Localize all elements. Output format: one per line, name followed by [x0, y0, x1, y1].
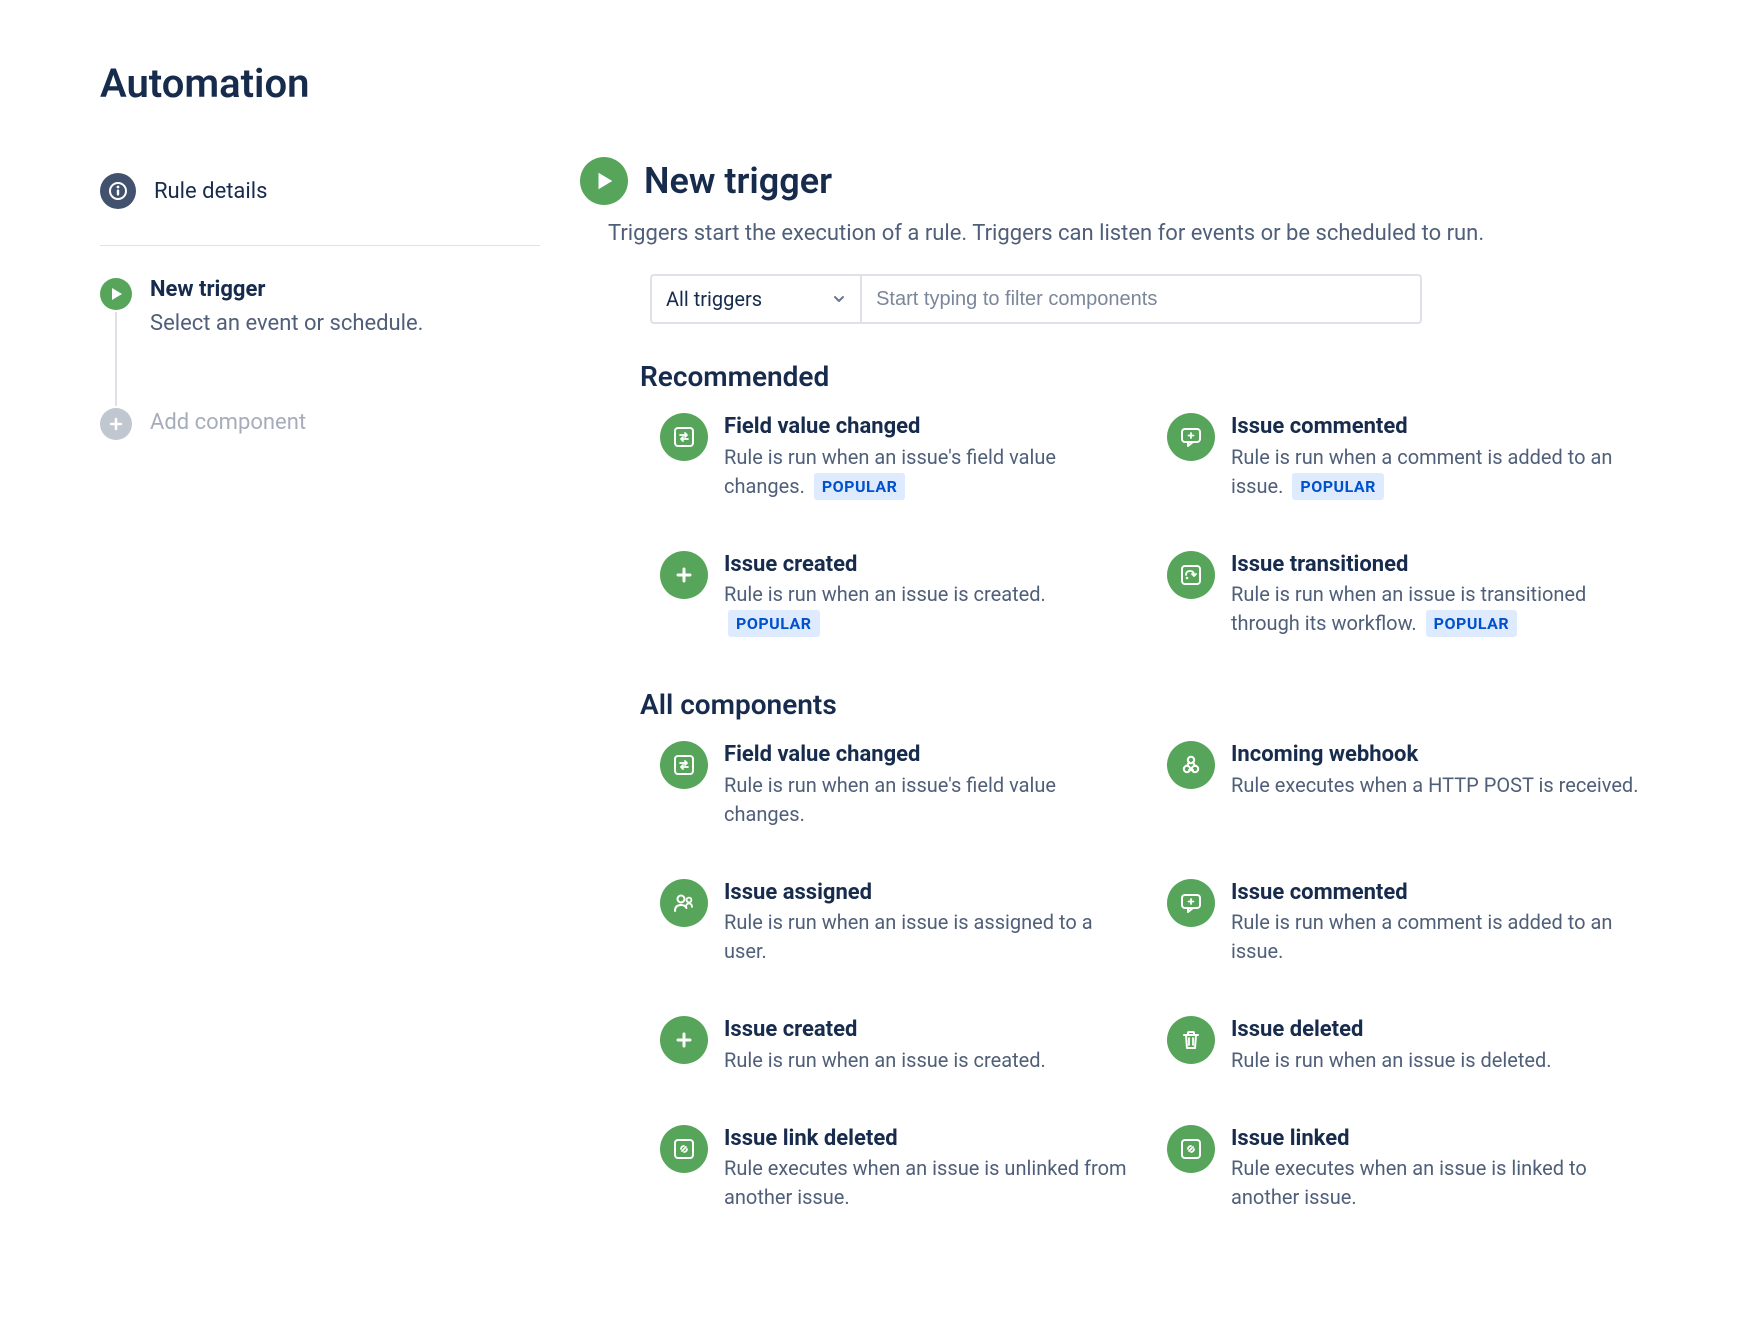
trigger-card-title: Issue assigned — [724, 879, 1137, 907]
trigger-grid: Field value changedRule is run when an i… — [660, 413, 1644, 638]
comment-icon — [1167, 879, 1215, 927]
trigger-card-issue-commented[interactable]: Issue commentedRule is run when a commen… — [1167, 879, 1644, 967]
trigger-card-desc: Rule is run when an issue is created. — [724, 1046, 1137, 1075]
trigger-card-field-value-changed[interactable]: Field value changedRule is run when an i… — [660, 413, 1137, 501]
divider — [100, 245, 540, 246]
step-title: New trigger — [150, 276, 423, 305]
trigger-card-title: Incoming webhook — [1231, 741, 1644, 769]
trigger-card-desc: Rule is run when an issue is created. PO… — [724, 580, 1137, 638]
trigger-card-issue-linked[interactable]: Issue linkedRule executes when an issue … — [1167, 1125, 1644, 1213]
trigger-card-desc: Rule is run when an issue is deleted. — [1231, 1046, 1644, 1075]
trigger-card-desc: Rule executes when an issue is unlinked … — [724, 1154, 1137, 1212]
trigger-category-dropdown[interactable]: All triggers — [650, 274, 862, 324]
component-filter-input[interactable] — [862, 274, 1422, 324]
trigger-card-issue-link-deleted[interactable]: Issue link deletedRule executes when an … — [660, 1125, 1137, 1213]
trash-icon — [1167, 1016, 1215, 1064]
swap-icon — [660, 413, 708, 461]
rule-details-label: Rule details — [154, 179, 267, 204]
plus-icon — [660, 551, 708, 599]
trigger-card-issue-created[interactable]: Issue createdRule is run when an issue i… — [660, 1016, 1137, 1075]
trigger-card-desc: Rule is run when an issue's field value … — [724, 771, 1137, 829]
trigger-card-issue-assigned[interactable]: Issue assignedRule is run when an issue … — [660, 879, 1137, 967]
step-new-trigger[interactable]: New trigger Select an event or schedule. — [100, 276, 540, 336]
page-title: Automation — [100, 60, 1644, 107]
trigger-card-desc: Rule executes when an issue is linked to… — [1231, 1154, 1644, 1212]
transition-icon — [1167, 551, 1215, 599]
play-icon — [100, 278, 132, 310]
info-icon — [100, 173, 136, 209]
trigger-card-issue-commented[interactable]: Issue commentedRule is run when a commen… — [1167, 413, 1644, 501]
sidebar: Rule details New trigger Select an event… — [100, 157, 540, 1262]
trigger-card-title: Issue created — [724, 1016, 1137, 1044]
trigger-card-title: Issue commented — [1231, 879, 1644, 907]
trigger-card-title: Issue transitioned — [1231, 551, 1644, 579]
chevron-down-icon — [832, 287, 846, 311]
trigger-card-field-value-changed[interactable]: Field value changedRule is run when an i… — [660, 741, 1137, 829]
trigger-card-desc: Rule is run when an issue is transitione… — [1231, 580, 1644, 638]
assign-icon — [660, 879, 708, 927]
trigger-card-incoming-webhook[interactable]: Incoming webhookRule executes when a HTT… — [1167, 741, 1644, 829]
step-connector — [115, 312, 117, 406]
add-component-label: Add component — [150, 410, 306, 435]
comment-icon — [1167, 413, 1215, 461]
plus-icon — [100, 408, 132, 440]
trigger-card-title: Field value changed — [724, 413, 1137, 441]
webhook-icon — [1167, 741, 1215, 789]
trigger-card-desc: Rule is run when an issue's field value … — [724, 443, 1137, 501]
popular-badge: POPULAR — [728, 610, 820, 637]
link-icon — [1167, 1125, 1215, 1173]
trigger-card-desc: Rule is run when a comment is added to a… — [1231, 443, 1644, 501]
main-description: Triggers start the execution of a rule. … — [608, 221, 1644, 246]
trigger-card-issue-transitioned[interactable]: Issue transitionedRule is run when an is… — [1167, 551, 1644, 639]
trigger-card-title: Issue created — [724, 551, 1137, 579]
trigger-card-desc: Rule executes when a HTTP POST is receiv… — [1231, 771, 1644, 800]
trigger-card-title: Issue linked — [1231, 1125, 1644, 1153]
play-icon — [580, 157, 628, 205]
trigger-grid: Field value changedRule is run when an i… — [660, 741, 1644, 1212]
popular-badge: POPULAR — [1426, 610, 1518, 637]
plus-icon — [660, 1016, 708, 1064]
dropdown-label: All triggers — [666, 287, 762, 311]
trigger-card-title: Issue commented — [1231, 413, 1644, 441]
swap-icon — [660, 741, 708, 789]
trigger-card-issue-created[interactable]: Issue createdRule is run when an issue i… — [660, 551, 1137, 639]
trigger-card-title: Issue link deleted — [724, 1125, 1137, 1153]
section-heading: Recommended — [640, 360, 1644, 393]
main-panel: New trigger Triggers start the execution… — [580, 157, 1644, 1262]
section-heading: All components — [640, 688, 1644, 721]
trigger-card-desc: Rule is run when a comment is added to a… — [1231, 908, 1644, 966]
popular-badge: POPULAR — [814, 473, 906, 500]
popular-badge: POPULAR — [1292, 473, 1384, 500]
unlink-icon — [660, 1125, 708, 1173]
rule-details-button[interactable]: Rule details — [100, 157, 540, 225]
add-component-button[interactable]: Add component — [100, 406, 540, 440]
main-title: New trigger — [644, 160, 832, 202]
trigger-card-title: Issue deleted — [1231, 1016, 1644, 1044]
trigger-card-issue-deleted[interactable]: Issue deletedRule is run when an issue i… — [1167, 1016, 1644, 1075]
trigger-card-desc: Rule is run when an issue is assigned to… — [724, 908, 1137, 966]
step-subtitle: Select an event or schedule. — [150, 311, 423, 336]
trigger-card-title: Field value changed — [724, 741, 1137, 769]
